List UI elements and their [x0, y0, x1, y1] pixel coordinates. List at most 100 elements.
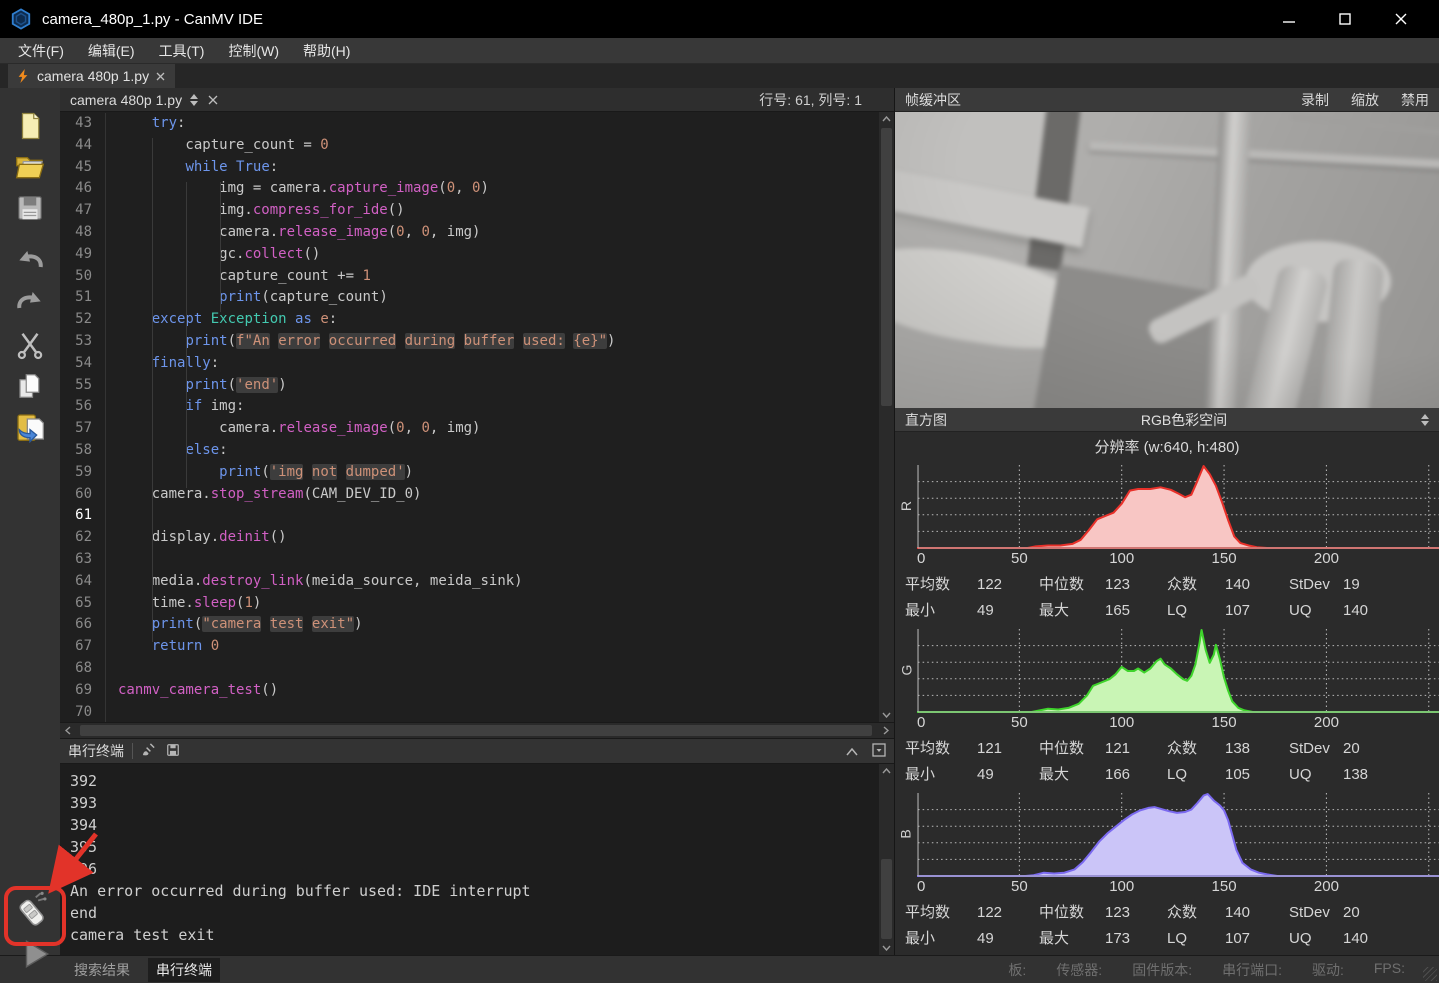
line-number: 59: [60, 462, 106, 484]
code-token: "camera: [202, 616, 261, 632]
line-number: 49: [60, 244, 106, 266]
menu-item[interactable]: 文件(F): [6, 39, 76, 63]
line-number: 58: [60, 440, 106, 462]
code-token: ): [607, 333, 615, 349]
code-token: (: [438, 180, 446, 196]
scroll-up-icon[interactable]: [879, 112, 894, 126]
run-script-button[interactable]: [16, 938, 54, 970]
histogram-plot: [917, 462, 1439, 550]
stat-label: 最大: [1039, 598, 1105, 624]
open-document-name[interactable]: camera 480p 1.py: [70, 92, 182, 108]
terminal-line: 395: [70, 836, 894, 858]
document-close-icon[interactable]: [208, 92, 218, 108]
menu-item[interactable]: 工具(T): [147, 39, 217, 63]
menu-item[interactable]: 编辑(E): [76, 39, 147, 63]
open-file-button[interactable]: [11, 151, 49, 183]
code-text: [106, 702, 118, 722]
new-file-button[interactable]: [11, 110, 49, 142]
code-editor[interactable]: 43 try:44 capture_count = 045 while True…: [60, 112, 894, 722]
tab-close-icon[interactable]: [156, 72, 165, 81]
framebuffer-action[interactable]: 缩放: [1351, 90, 1379, 110]
colorspace-dropdown-icon[interactable]: [1421, 414, 1429, 426]
framebuffer-action[interactable]: 禁用: [1401, 90, 1429, 110]
code-token: :: [219, 442, 227, 458]
save-button[interactable]: [11, 192, 49, 224]
scroll-down-icon[interactable]: [879, 708, 894, 722]
scroll-left-icon[interactable]: [60, 723, 76, 738]
code-line: 65 time.sleep(1): [60, 593, 894, 615]
code-line: 61: [60, 505, 894, 527]
menu-item[interactable]: 控制(W): [216, 39, 291, 63]
menu-item[interactable]: 帮助(H): [291, 39, 362, 63]
framebuffer-action[interactable]: 录制: [1301, 90, 1329, 110]
editor-hscroll-thumb[interactable]: [80, 725, 872, 736]
stat-value: 105: [1225, 762, 1289, 788]
maximize-button[interactable]: [1317, 0, 1373, 38]
terminal-line: end: [70, 902, 894, 924]
main-area: camera 480p 1.py 行号: 61, 列号: 1 43 try:44…: [0, 88, 1439, 955]
line-number: 46: [60, 178, 106, 200]
histogram-r-channel: R050100150200平均数122中位数123众数140StDev19最小4…: [895, 462, 1439, 624]
document-switch-icon[interactable]: [190, 94, 198, 106]
code-text: [106, 658, 118, 680]
code-token: capture_count +=: [118, 268, 362, 284]
code-token: used:: [523, 333, 565, 349]
status-field: 串行端口:: [1222, 960, 1282, 980]
x-axis-ticks: 050100150200: [917, 550, 1439, 572]
channel-letter: R: [898, 501, 914, 511]
copy-button[interactable]: [11, 370, 49, 402]
indent-guide: [152, 138, 153, 642]
code-token: (capture_count): [261, 289, 387, 305]
x-tick-label: 100: [1109, 550, 1134, 567]
code-token: [455, 333, 463, 349]
terminal-scrollbar[interactable]: [879, 764, 894, 955]
app-logo-icon: [10, 8, 32, 30]
line-number: 67: [60, 636, 106, 658]
save-log-icon[interactable]: [166, 743, 180, 760]
editor-vertical-scrollbar[interactable]: [879, 112, 894, 722]
code-token: canmv_camera_test: [118, 682, 261, 698]
file-tab[interactable]: camera 480p 1.py: [8, 64, 175, 88]
stat-value: 122: [977, 572, 1039, 598]
stat-label: 众数: [1167, 572, 1225, 598]
undo-button[interactable]: [11, 243, 49, 275]
stat-value: 19: [1343, 572, 1439, 598]
minimize-button[interactable]: [1261, 0, 1317, 38]
code-token: [270, 333, 278, 349]
status-field: 驱动:: [1312, 960, 1344, 980]
detach-terminal-icon[interactable]: [872, 743, 886, 760]
redo-button[interactable]: [11, 284, 49, 316]
cut-button[interactable]: [11, 329, 49, 361]
framebuffer-title: 帧缓冲区: [905, 90, 961, 110]
code-token: print: [185, 333, 227, 349]
connect-board-button[interactable]: [12, 894, 50, 926]
code-token: [261, 616, 269, 632]
paste-button[interactable]: [11, 411, 49, 443]
code-token: ): [480, 180, 488, 196]
code-token: img = camera.: [118, 180, 329, 196]
resize-grip[interactable]: [1423, 967, 1437, 981]
scroll-up-icon[interactable]: [879, 764, 894, 778]
code-token: dumped': [346, 464, 405, 480]
scroll-right-icon[interactable]: [878, 723, 894, 738]
bottom-tab-serial-terminal[interactable]: 串行终端: [148, 958, 220, 982]
close-button[interactable]: [1373, 0, 1429, 38]
stat-value: 140: [1343, 926, 1439, 952]
scroll-down-icon[interactable]: [879, 941, 894, 955]
x-tick-label: 50: [1011, 550, 1028, 567]
code-token: (): [388, 202, 405, 218]
x-tick-label: 150: [1212, 878, 1237, 895]
code-token: ,: [405, 420, 422, 436]
editor-horizontal-scrollbar[interactable]: [60, 722, 894, 738]
serial-terminal-output[interactable]: 392393394395396An error occurred during …: [60, 764, 894, 955]
file-tab-bar: camera 480p 1.py: [0, 64, 1439, 88]
code-token: Exception: [211, 311, 287, 327]
editor-scroll-thumb[interactable]: [881, 128, 892, 406]
code-token: during: [405, 333, 456, 349]
collapse-terminal-icon[interactable]: [846, 743, 858, 759]
code-token: display.: [118, 529, 219, 545]
bottom-tab-search-results[interactable]: 搜索结果: [66, 958, 138, 982]
terminal-scroll-thumb[interactable]: [881, 859, 892, 939]
clear-terminal-icon[interactable]: [141, 742, 156, 760]
colorspace-dropdown[interactable]: RGB色彩空间: [947, 410, 1421, 430]
